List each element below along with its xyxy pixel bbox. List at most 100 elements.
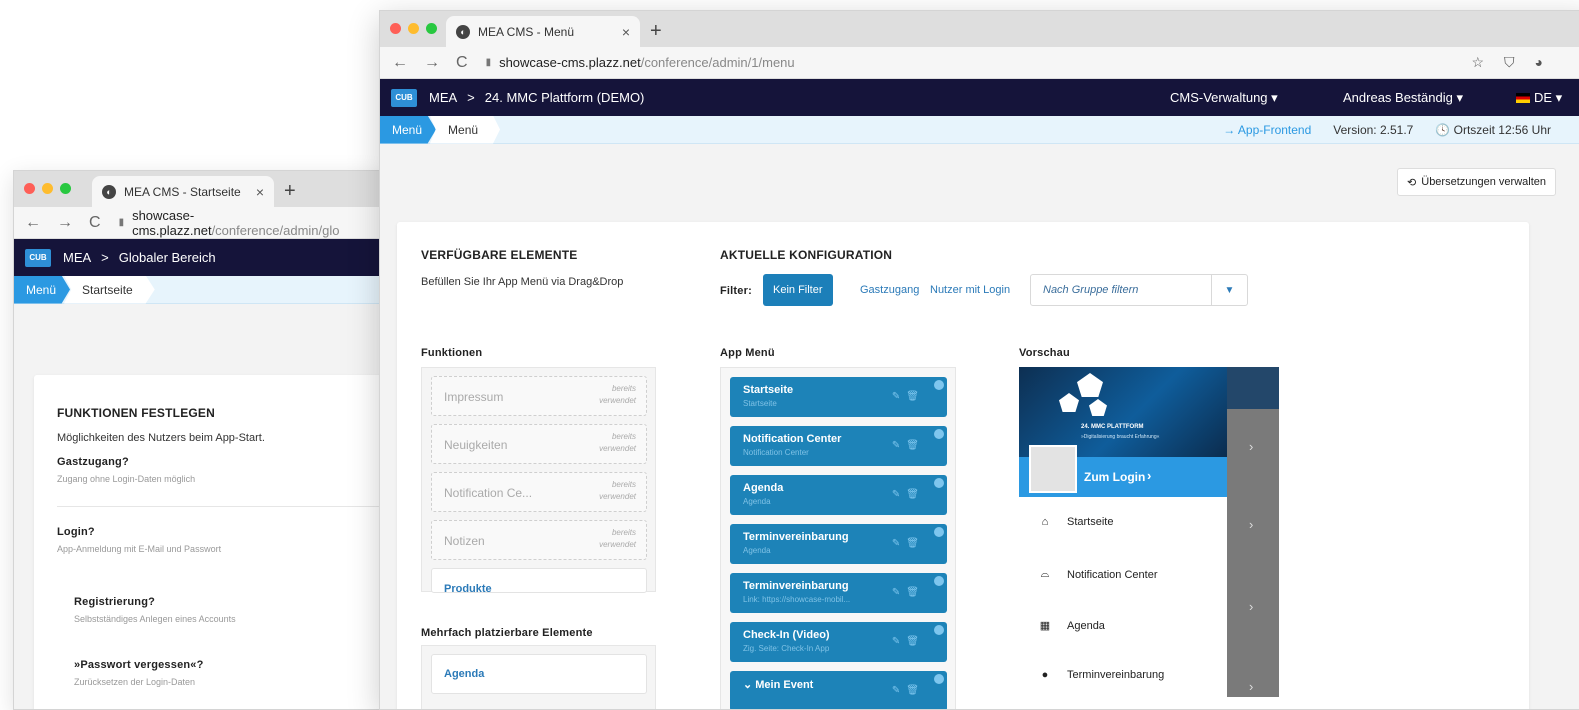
available-title: VERFÜGBARE ELEMENTE	[421, 248, 578, 262]
close-window-button[interactable]	[390, 23, 401, 34]
inbox-icon: ⌓	[1040, 568, 1050, 580]
breadcrumb-menu[interactable]: Menü	[14, 275, 71, 304]
group-filter-select[interactable]: Nach Gruppe filtern ▼	[1030, 274, 1248, 306]
nav-buttons: ← → C	[25, 214, 101, 232]
function-item[interactable]: Neuigkeiten bereits verwendet	[431, 424, 647, 464]
close-tab-icon[interactable]: ×	[622, 24, 630, 40]
edit-delete-icons[interactable]: ✎🗑	[892, 391, 925, 402]
forward-arrow-icon[interactable]: →	[57, 214, 73, 232]
app-menu-item-group[interactable]: ⌄ Mein Event ✎🗑	[730, 671, 947, 709]
crumb-separator: >	[467, 90, 475, 105]
url-field[interactable]: ▮ showcase-cms.plazz.net/conference/admi…	[119, 208, 384, 238]
extension-shield-icon[interactable]: ⛉	[1504, 54, 1515, 71]
user-menu[interactable]: Andreas Beständig ▾	[1343, 90, 1463, 106]
preview-row[interactable]: ● Terminvereinbarung	[1039, 669, 1165, 681]
close-tab-icon[interactable]: ×	[256, 184, 264, 200]
chevron-right-icon[interactable]: ›	[1249, 439, 1253, 454]
filter-kein-filter-button[interactable]: Kein Filter	[763, 274, 833, 306]
lock-visibility-icon[interactable]	[934, 576, 944, 586]
app-crumb-current[interactable]: 24. MMC Plattform (DEMO)	[485, 90, 645, 105]
menu-editor-card: VERFÜGBARE ELEMENTE Befüllen Sie Ihr App…	[397, 222, 1529, 709]
crumb-separator: >	[101, 250, 109, 265]
maximize-window-button[interactable]	[60, 183, 71, 194]
edit-delete-icons[interactable]: ✎🗑	[892, 440, 925, 451]
edit-delete-icons[interactable]: ✎🗑	[892, 538, 925, 549]
chevron-right-icon[interactable]: ›	[1249, 517, 1253, 532]
tab-bar: ◐ MEA CMS - Startseite × +	[14, 171, 384, 207]
bookmark-star-icon[interactable]: ☆	[1471, 54, 1484, 71]
app-menu-item[interactable]: Notification Center Notification Center …	[730, 426, 947, 466]
option-passwort-vergessen[interactable]: »Passwort vergessen«? Zurücksetzen der L…	[74, 659, 204, 687]
breadcrumb: Menü Menü → App-Frontend Version: 2.51.7…	[380, 115, 1579, 144]
option-registrierung[interactable]: Registrierung? Selbstständiges Anlegen e…	[74, 596, 236, 624]
chat-icon: ●	[1041, 669, 1049, 681]
function-item[interactable]: Notification Ce... bereits verwendet	[431, 472, 647, 512]
app-menu-list: Startseite Startseite ✎🗑 Notification Ce…	[720, 367, 956, 709]
breadcrumb-startseite[interactable]: Startseite	[64, 275, 155, 304]
preview-login-bar[interactable]: Zum Login ›	[1019, 445, 1227, 497]
visibility-icon[interactable]	[934, 527, 944, 537]
visibility-icon[interactable]	[934, 478, 944, 488]
url-field[interactable]: ▮ showcase-cms.plazz.net/conference/admi…	[486, 55, 795, 70]
multi-item-agenda[interactable]: Agenda	[431, 654, 647, 694]
browser-tab-startseite[interactable]: ◐ MEA CMS - Startseite ×	[92, 176, 274, 207]
used-tag: bereits verwendet	[599, 480, 636, 501]
function-item[interactable]: Notizen bereits verwendet	[431, 520, 647, 560]
minimize-window-button[interactable]	[408, 23, 419, 34]
app-logo[interactable]: CUB	[391, 88, 417, 107]
url-path: /conference/admin/1/menu	[640, 55, 795, 70]
preview-row[interactable]: ▦ Agenda	[1039, 619, 1105, 633]
app-menu-item[interactable]: Startseite Startseite ✎🗑	[730, 377, 947, 417]
chevron-right-icon[interactable]: ›	[1249, 599, 1253, 614]
browser-tab-menu[interactable]: ◐ MEA CMS - Menü ×	[446, 16, 640, 47]
back-arrow-icon[interactable]: ←	[25, 214, 41, 232]
preview-row[interactable]: ⌓ Notification Center	[1039, 568, 1158, 581]
edit-delete-icons[interactable]: ✎🗑	[892, 587, 925, 598]
calendar-icon: ▦	[1039, 620, 1051, 632]
cms-verwaltung-menu[interactable]: CMS-Verwaltung ▾	[1170, 90, 1278, 106]
reload-icon[interactable]: C	[89, 214, 101, 232]
url-path: /conference/admin/glo	[211, 222, 340, 238]
app-menu-item[interactable]: Check-In (Video) Zig. Seite: Check-In Ap…	[730, 622, 947, 662]
chevron-right-icon[interactable]: ›	[1249, 679, 1253, 694]
edit-delete-icons[interactable]: ✎🗑	[892, 489, 925, 500]
reload-icon[interactable]: C	[456, 54, 468, 72]
visibility-icon[interactable]	[934, 380, 944, 390]
option-login[interactable]: Login? App-Anmeldung mit E-Mail und Pass…	[57, 526, 221, 554]
app-menu-item[interactable]: Terminvereinbarung Agenda ✎🗑	[730, 524, 947, 564]
visibility-icon[interactable]	[934, 429, 944, 439]
maximize-window-button[interactable]	[426, 23, 437, 34]
app-menu-item[interactable]: Agenda Agenda ✎🗑	[730, 475, 947, 515]
breadcrumb-menu[interactable]: Menü	[380, 115, 437, 144]
visibility-icon[interactable]	[934, 674, 944, 684]
preview-row[interactable]: ⌂ Startseite	[1039, 516, 1114, 528]
new-tab-icon[interactable]: +	[284, 180, 296, 203]
close-window-button[interactable]	[24, 183, 35, 194]
translations-button[interactable]: ⟲ Übersetzungen verwalten	[1397, 168, 1556, 196]
language-menu[interactable]: DE ▾	[1516, 90, 1562, 106]
minimize-window-button[interactable]	[42, 183, 53, 194]
app-frontend-link[interactable]: → App-Frontend	[1223, 123, 1311, 137]
app-crumb-current[interactable]: Globaler Bereich	[119, 250, 216, 265]
translate-icon: ⟲	[1407, 176, 1417, 189]
back-arrow-icon[interactable]: ←	[392, 54, 408, 72]
option-gastzugang[interactable]: Gastzugang? Zugang ohne Login-Daten mögl…	[57, 456, 195, 484]
app-logo[interactable]: CUB	[25, 248, 51, 267]
filter-gastzugang-button[interactable]: Gastzugang	[860, 274, 919, 306]
app-crumb-root[interactable]: MEA	[429, 90, 457, 105]
filter-login-button[interactable]: Nutzer mit Login	[930, 274, 1010, 306]
edit-delete-icons[interactable]: ✎🗑	[892, 636, 925, 647]
app-menu-item[interactable]: Terminvereinbarung Link: https://showcas…	[730, 573, 947, 613]
used-tag: bereits verwendet	[599, 528, 636, 549]
function-item-produkte[interactable]: Produkte	[431, 568, 647, 593]
edit-delete-icons[interactable]: ✎🗑	[892, 685, 925, 696]
lock-icon: ▮	[118, 217, 125, 228]
function-item[interactable]: Impressum bereits verwendet	[431, 376, 647, 416]
multi-title: Mehrfach platzierbare Elemente	[421, 627, 593, 639]
forward-arrow-icon[interactable]: →	[424, 54, 440, 72]
breadcrumb-menu-current[interactable]: Menü	[430, 115, 501, 144]
new-tab-icon[interactable]: +	[650, 20, 662, 43]
app-crumb-root[interactable]: MEA	[63, 250, 91, 265]
profile-icon[interactable]: ◕	[1535, 54, 1543, 71]
visibility-icon[interactable]	[934, 625, 944, 635]
